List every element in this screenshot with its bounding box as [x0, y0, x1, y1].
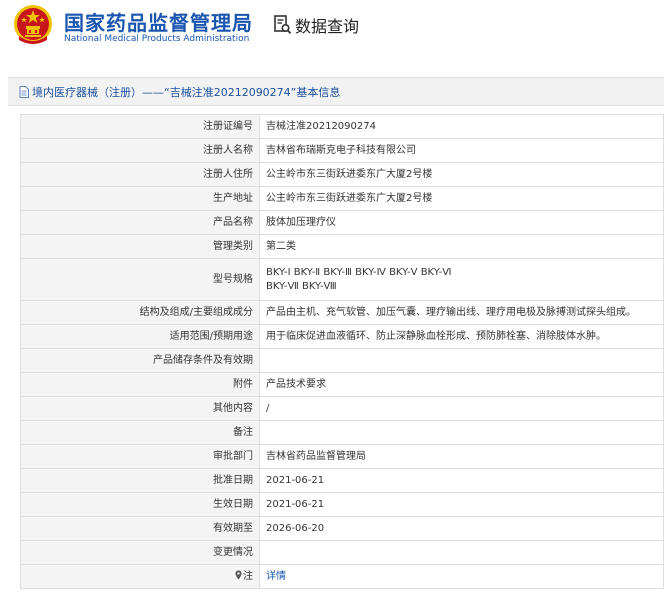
- table-row: 产品名称 肢体加压理疗仪: [20, 210, 664, 235]
- field-label: 产品储存条件及有效期: [20, 348, 260, 373]
- model-spec-line: BKY-Ⅰ BKY-Ⅱ BKY-Ⅲ BKY-Ⅳ BKY-Ⅴ BKY-Ⅵ: [266, 266, 452, 278]
- field-label: 注册人名称: [20, 138, 260, 163]
- field-value: 吉林省布瑞斯克电子科技有限公司: [259, 138, 664, 163]
- field-label: 型号规格: [20, 258, 260, 301]
- table-row: 管理类别 第二类: [20, 234, 664, 259]
- document-icon: [19, 85, 29, 98]
- field-value: 公主岭市东三街跃进委东广大厦2号楼: [259, 186, 664, 211]
- breadcrumb-text: 境内医疗器械（注册）——“吉械注准20212090274”基本信息: [32, 85, 341, 99]
- field-value: 吉械注准20212090274: [259, 114, 664, 139]
- registration-detail-table: 注册证编号 吉械注准20212090274 注册人名称 吉林省布瑞斯克电子科技有…: [20, 114, 664, 589]
- field-label: 审批部门: [20, 444, 260, 469]
- table-row: 批准日期 2021-06-21: [20, 468, 664, 493]
- field-label: 结构及组成/主要组成成分: [20, 300, 260, 325]
- table-row: 变更情况: [20, 540, 664, 565]
- field-label: 生效日期: [20, 492, 260, 517]
- field-value: /: [259, 396, 664, 421]
- details-link[interactable]: 详情: [266, 571, 286, 582]
- table-row: 有效期至 2026-06-20: [20, 516, 664, 541]
- breadcrumb: 境内医疗器械（注册）——“吉械注准20212090274”基本信息: [8, 77, 664, 106]
- table-row: 注 详情: [20, 564, 664, 589]
- model-spec-line: BKY-Ⅶ BKY-Ⅷ: [266, 280, 337, 292]
- field-label: 生产地址: [20, 186, 260, 211]
- field-label: 注: [20, 564, 260, 589]
- field-label: 适用范围/预期用途: [20, 324, 260, 349]
- field-value: [259, 420, 664, 445]
- table-row: 审批部门 吉林省药品监督管理局: [20, 444, 664, 469]
- field-label: 有效期至: [20, 516, 260, 541]
- field-value: [259, 348, 664, 373]
- table-row: 附件 产品技术要求: [20, 372, 664, 397]
- field-value: 公主岭市东三街跃进委东广大厦2号楼: [259, 162, 664, 187]
- national-emblem-icon: [14, 5, 52, 44]
- table-row: 结构及组成/主要组成成分 产品由主机、充气软管、加压气囊、理疗输出线、理疗用电极…: [20, 300, 664, 325]
- field-label: 备注: [20, 420, 260, 445]
- field-value: 产品技术要求: [259, 372, 664, 397]
- field-label: 其他内容: [20, 396, 260, 421]
- field-value: 肢体加压理疗仪: [259, 210, 664, 235]
- field-value: 详情: [259, 564, 664, 589]
- table-row: 其他内容 /: [20, 396, 664, 421]
- field-label: 注册人住所: [20, 162, 260, 187]
- field-value: 用于临床促进血液循环、防止深静脉血栓形成、预防肺栓塞、消除肢体水肿。: [259, 324, 664, 349]
- field-label: 批准日期: [20, 468, 260, 493]
- table-row: 生效日期 2021-06-21: [20, 492, 664, 517]
- field-value: 第二类: [259, 234, 664, 259]
- table-row: 型号规格 BKY-Ⅰ BKY-Ⅱ BKY-Ⅲ BKY-Ⅳ BKY-Ⅴ BKY-Ⅵ…: [20, 258, 664, 301]
- data-query-label: 数据查询: [295, 17, 360, 36]
- data-query-link[interactable]: 数据查询: [274, 13, 359, 37]
- search-document-icon: [274, 15, 292, 35]
- field-value: 2021-06-21: [259, 468, 664, 493]
- table-row: 注册人名称 吉林省布瑞斯克电子科技有限公司: [20, 138, 664, 163]
- table-row: 生产地址 公主岭市东三街跃进委东广大厦2号楼: [20, 186, 664, 211]
- field-value: BKY-Ⅰ BKY-Ⅱ BKY-Ⅲ BKY-Ⅳ BKY-Ⅴ BKY-Ⅵ BKY-…: [259, 258, 664, 301]
- site-title: 国家药品监督管理局: [64, 11, 253, 35]
- field-label: 附件: [20, 372, 260, 397]
- table-row: 产品储存条件及有效期: [20, 348, 664, 373]
- table-row: 注册证编号 吉械注准20212090274: [20, 114, 664, 139]
- field-label: 管理类别: [20, 234, 260, 259]
- note-label: 注: [243, 570, 253, 582]
- field-label: 产品名称: [20, 210, 260, 235]
- field-value: 产品由主机、充气软管、加压气囊、理疗输出线、理疗用电极及脉搏测试探头组成。: [259, 300, 664, 325]
- site-subtitle: National Medical Products Administration: [64, 34, 250, 44]
- field-label: 注册证编号: [20, 114, 260, 139]
- site-header: 国家药品监督管理局 National Medical Products Admi…: [0, 0, 664, 62]
- table-row: 适用范围/预期用途 用于临床促进血液循环、防止深静脉血栓形成、预防肺栓塞、消除肢…: [20, 324, 664, 349]
- field-value: 2021-06-21: [259, 492, 664, 517]
- field-value: [259, 540, 664, 565]
- table-row: 注册人住所 公主岭市东三街跃进委东广大厦2号楼: [20, 162, 664, 187]
- location-pin-icon: [235, 570, 242, 579]
- table-row: 备注: [20, 420, 664, 445]
- field-value: 吉林省药品监督管理局: [259, 444, 664, 469]
- field-label: 变更情况: [20, 540, 260, 565]
- field-value: 2026-06-20: [259, 516, 664, 541]
